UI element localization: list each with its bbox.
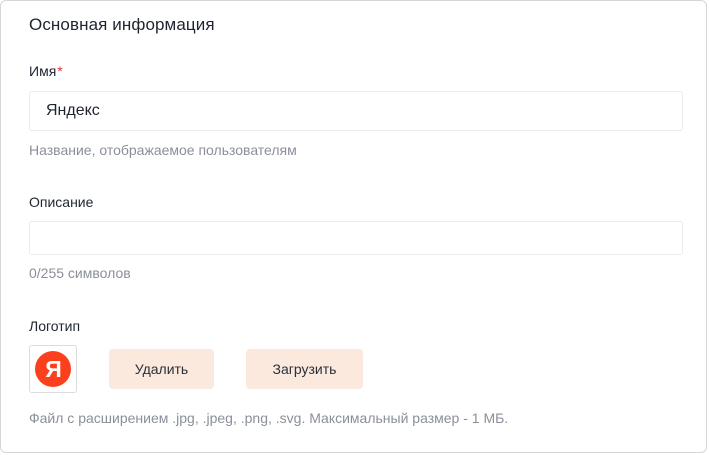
section-title: Основная информация: [29, 15, 215, 34]
upload-logo-button[interactable]: Загрузить: [246, 349, 363, 389]
name-hint: Название, отображаемое пользователям: [29, 142, 297, 158]
yandex-logo-icon: Я: [35, 351, 71, 387]
name-label-text: Имя: [29, 63, 57, 79]
main-info-card: Основная информация Имя* Название, отобр…: [0, 0, 707, 453]
description-input[interactable]: [29, 221, 683, 255]
required-mark: *: [57, 63, 63, 79]
name-label: Имя*: [29, 63, 63, 79]
logo-label: Логотип: [29, 318, 81, 334]
logo-letter: Я: [45, 356, 62, 382]
logo-hint: Файл с расширением .jpg, .jpeg, .png, .s…: [29, 410, 509, 426]
description-counter: 0/255 символов: [29, 265, 131, 281]
name-input[interactable]: [29, 91, 683, 131]
logo-preview: Я: [29, 345, 77, 393]
description-label: Описание: [29, 194, 94, 210]
delete-logo-button[interactable]: Удалить: [109, 349, 214, 389]
